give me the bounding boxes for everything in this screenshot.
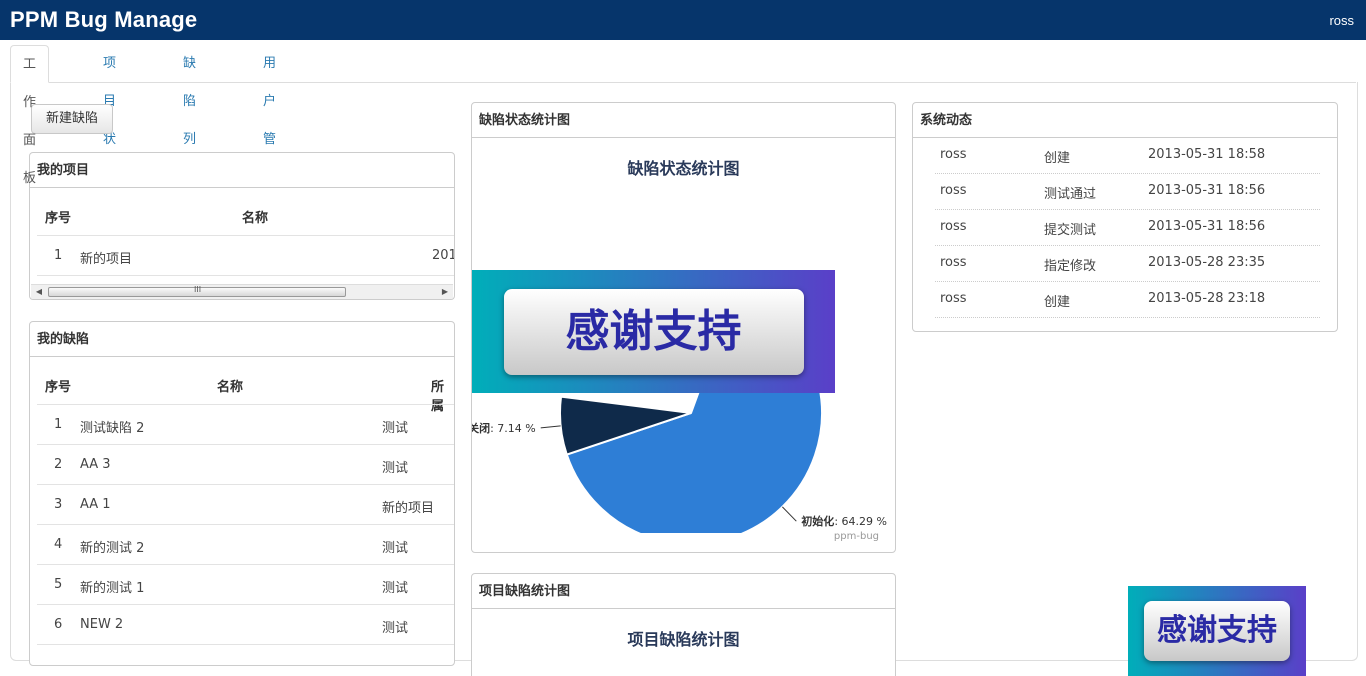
column-header-no[interactable]: 序号 (45, 376, 71, 395)
column-header-project[interactable]: 所属 (431, 376, 454, 414)
top-navbar: PPM Bug Manage ross (0, 0, 1366, 40)
bug-name-link[interactable]: AA 3 (80, 457, 111, 472)
tab-project-status[interactable]: 项目状态 (91, 45, 128, 185)
activity-time: 2013-05-31 18:56 (1148, 183, 1266, 198)
app-title[interactable]: PPM Bug Manage (10, 7, 197, 33)
bug-project: 测试 (382, 581, 409, 596)
bug-project: 测试 (382, 541, 409, 556)
column-header-name[interactable]: 名称 (217, 376, 243, 395)
bug-no: 3 (54, 497, 63, 512)
bug-project: 新的项目 (382, 501, 435, 516)
pie-connector-1 (540, 425, 561, 429)
bug-no: 2 (54, 457, 63, 472)
bug-no: 5 (54, 577, 63, 592)
activity-action: 指定修改 (1044, 259, 1097, 274)
bug-name-link[interactable]: 测试缺陷 2 (80, 417, 144, 436)
thanks-overlay-banner[interactable]: 感谢支持 (472, 270, 835, 393)
bug-name-link[interactable]: 新的测试 2 (80, 537, 144, 556)
scrollbar-thumb[interactable]: III (48, 285, 346, 297)
activity-user: ross (940, 147, 967, 162)
activity-action: 测试通过 (1044, 187, 1097, 202)
activity-title: 系统动态 (913, 103, 1337, 138)
my-bugs-panel: 我的缺陷 序号 名称 所属 1 测试缺陷 2 测试 2 AA 3 测试 3 AA… (29, 321, 455, 666)
tab-dashboard[interactable]: 工作面板 (10, 45, 50, 186)
row-divider (37, 275, 454, 276)
activity-row: ross 测试通过 2013-05-31 18:56 (935, 174, 1320, 210)
thanks-small-banner-text: 感谢支持 (1144, 601, 1290, 661)
bug-name-link[interactable]: 新的测试 1 (80, 577, 144, 596)
scroll-grip-icon: III (194, 285, 202, 294)
bug-no: 4 (54, 537, 63, 552)
activity-row: ross 提交测试 2013-05-31 18:56 (935, 210, 1320, 246)
pie-data-label-1: 关闭: 7.14 % (472, 421, 536, 435)
activity-user: ross (940, 219, 967, 234)
project-bug-chart-panel: 项目缺陷统计图 项目缺陷统计图 (471, 573, 896, 676)
scroll-left-arrow-icon[interactable]: ◀ (34, 287, 44, 297)
row-divider (37, 235, 454, 236)
bug-no: 6 (54, 617, 63, 632)
activity-row: ross 指定修改 2013-05-28 23:35 (935, 246, 1320, 282)
activity-action: 提交测试 (1044, 223, 1097, 238)
tab-bug-list[interactable]: 缺陷列表 (171, 45, 208, 185)
scroll-right-arrow-icon[interactable]: ▶ (440, 287, 450, 297)
new-bug-button[interactable]: 新建缺陷 (31, 104, 113, 134)
row-divider (37, 604, 454, 605)
my-bugs-title: 我的缺陷 (30, 322, 454, 357)
row-divider (37, 564, 454, 565)
activity-time: 2013-05-31 18:58 (1148, 147, 1266, 162)
bug-name-link[interactable]: AA 1 (80, 497, 111, 512)
tab-user-management[interactable]: 用户管理 (251, 45, 288, 185)
row-divider (37, 484, 454, 485)
bug-project: 测试 (382, 621, 409, 636)
bug-name-link[interactable]: NEW 2 (80, 617, 123, 632)
bug-no: 1 (54, 417, 63, 432)
project-bug-panel-title: 项目缺陷统计图 (472, 574, 895, 609)
column-header-no[interactable]: 序号 (45, 207, 71, 226)
row-divider (37, 404, 454, 405)
activity-row: ross 创建 2013-05-31 18:58 (935, 138, 1320, 174)
activity-user: ross (940, 255, 967, 270)
bug-project: 测试 (382, 461, 409, 476)
activity-time: 2013-05-28 23:18 (1148, 291, 1266, 306)
activity-row: ross 创建 2013-05-28 23:18 (935, 282, 1320, 318)
activity-time: 2013-05-31 18:56 (1148, 219, 1266, 234)
thanks-banner-text: 感谢支持 (503, 288, 804, 375)
activity-action: 创建 (1044, 295, 1071, 310)
activity-user: ross (940, 291, 967, 306)
bug-status-panel-title: 缺陷状态统计图 (472, 103, 895, 138)
chart-title: 项目缺陷统计图 (627, 630, 740, 649)
project-name-link[interactable]: 新的项目 (80, 248, 132, 267)
column-header-name[interactable]: 名称 (242, 207, 268, 226)
row-divider (37, 644, 454, 645)
project-date: 201 (432, 248, 455, 263)
chart-title: 缺陷状态统计图 (627, 159, 740, 178)
my-projects-panel: 我的项目 序号 名称 1 新的项目 201 ◀ III ▶ (29, 152, 455, 300)
pie-connector-0 (782, 506, 797, 522)
activity-user: ross (940, 183, 967, 198)
row-divider (37, 524, 454, 525)
bug-project: 测试 (382, 421, 409, 436)
chart-credit[interactable]: ppm-bug (834, 531, 879, 542)
my-projects-title: 我的项目 (30, 153, 454, 188)
current-user[interactable]: ross (1329, 13, 1354, 28)
pie-data-label-0: 初始化: 64.29 % (801, 514, 887, 528)
row-divider (37, 444, 454, 445)
horizontal-scrollbar[interactable]: ◀ III ▶ (31, 284, 453, 299)
project-no: 1 (54, 248, 63, 263)
activity-action: 创建 (1044, 151, 1071, 166)
thanks-small-banner[interactable]: 感谢支持 (1128, 586, 1306, 676)
activity-panel: 系统动态 ross 创建 2013-05-31 18:58 ross 测试通过 … (912, 102, 1338, 332)
activity-time: 2013-05-28 23:35 (1148, 255, 1266, 270)
